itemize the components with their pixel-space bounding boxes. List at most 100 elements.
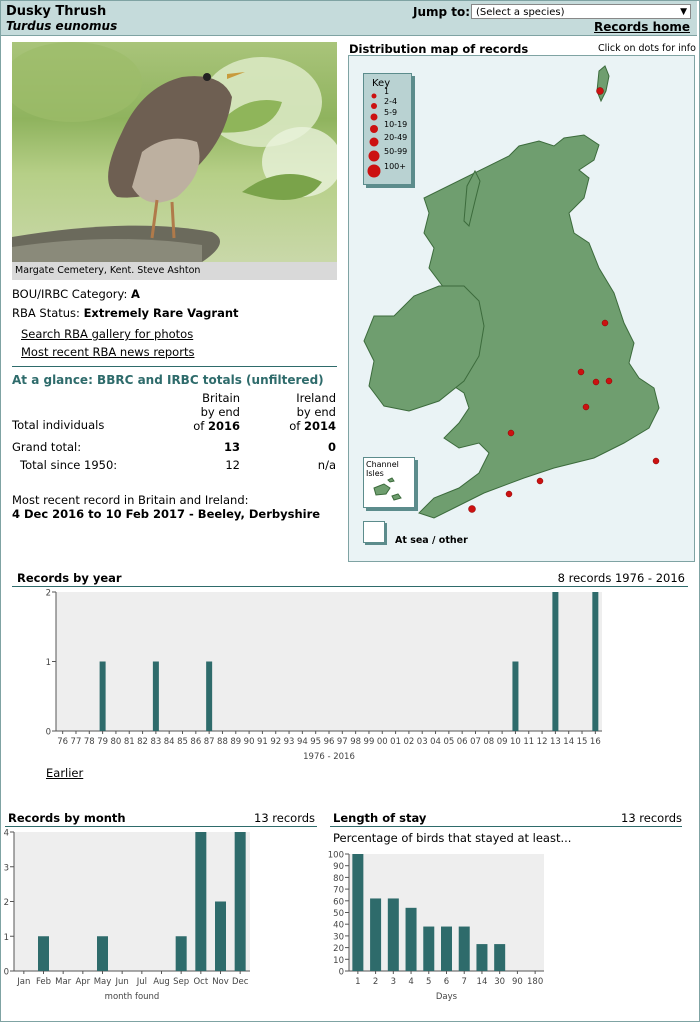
ireland-column-header: Ireland by end of 2014 (266, 391, 336, 433)
y-tick-label: 70 (333, 886, 344, 896)
bar (206, 661, 213, 731)
records-home-link[interactable]: Records home (594, 20, 690, 34)
since-1950-ireland: n/a (317, 458, 336, 472)
record-dot (592, 378, 600, 386)
bar (370, 898, 382, 971)
key-dot (368, 150, 380, 162)
x-tick-label: 94 (297, 737, 308, 747)
x-tick-label: 99 (364, 737, 375, 747)
britain-header-line3: of 2016 (170, 419, 240, 433)
rba-status-row: RBA Status: Extremely Rare Vagrant (12, 306, 239, 320)
glance-title: At a glance: BBRC and IRBC totals (unfil… (12, 373, 324, 387)
key-label: 20-49 (384, 133, 408, 142)
grand-total-ireland: 0 (327, 440, 336, 454)
x-tick-label: 3 (391, 977, 396, 987)
ireland-header-line2: by end (296, 405, 336, 419)
x-tick-label: Jul (136, 977, 147, 987)
x-tick-label: 1 (355, 977, 360, 987)
y-tick-label: 2 (4, 898, 9, 908)
key-label: 2-4 (384, 97, 398, 106)
chevron-down-icon: ▼ (680, 7, 687, 17)
bar (458, 926, 470, 971)
record-dot (601, 319, 609, 327)
since-1950-label: Total since 1950: (20, 458, 118, 472)
stay-title: Length of stay (333, 811, 427, 825)
x-tick-label: 10 (510, 737, 521, 747)
shetland-shape (596, 65, 610, 103)
rba-status-label: RBA Status: (12, 306, 80, 320)
y-tick-label: 100 (328, 851, 344, 861)
category-row: BOU/IRBC Category: A (12, 287, 140, 301)
ireland-header-line3: of 2014 (266, 419, 336, 433)
bar (494, 944, 506, 971)
x-tick-label: 07 (470, 737, 481, 747)
key-dot (369, 137, 379, 147)
x-tick-label: 85 (177, 737, 188, 747)
x-tick-label: 88 (217, 737, 228, 747)
earlier-link[interactable]: Earlier (46, 766, 83, 780)
record-dot (468, 505, 476, 513)
key-label: 50-99 (384, 147, 408, 156)
grand-total-label: Grand total: (12, 440, 82, 454)
x-tick-label: 98 (350, 737, 361, 747)
bar (152, 661, 159, 731)
key-label: 5-9 (384, 108, 398, 117)
x-tick-label: Feb (36, 977, 51, 987)
key-dot (370, 125, 378, 133)
x-tick-label: Nov (212, 977, 229, 987)
species-select[interactable]: (Select a species) ▼ (471, 4, 691, 19)
bar (97, 936, 108, 971)
britain-header-line1: Britain (202, 391, 240, 405)
since-1950-britain: 12 (225, 458, 240, 472)
record-dot (536, 477, 544, 485)
channel-isles-svg (373, 477, 402, 501)
channel-isles-inset[interactable]: Channel Isles (363, 457, 415, 508)
y-tick-label: 4 (4, 829, 9, 839)
x-tick-label: 180 (527, 977, 543, 987)
x-tick-label: 96 (324, 737, 335, 747)
y-tick-label: 60 (333, 897, 344, 907)
category-value: A (131, 287, 140, 301)
x-tick-label: Sep (173, 977, 189, 987)
x-tick-label: 13 (550, 737, 561, 747)
news-link[interactable]: Most recent RBA news reports (21, 345, 194, 359)
grand-total-britain: 13 (223, 440, 240, 454)
y-tick-label: 0 (4, 968, 9, 978)
x-tick-label: 95 (310, 737, 321, 747)
key-dot (371, 103, 377, 109)
bar (352, 854, 364, 971)
map-key: Key 1 2-4 5-9 10-19 20-49 50-99 100+ (363, 73, 412, 185)
y-tick-label: 30 (333, 932, 344, 942)
x-tick-label: 05 (443, 737, 454, 747)
bar (99, 661, 106, 731)
key-dot (367, 164, 381, 178)
species-photo (12, 42, 337, 262)
photo-caption: Margate Cemetery, Kent. Steve Ashton (12, 262, 337, 280)
at-sea-box[interactable] (363, 521, 385, 543)
britain-column-header: Britain by end of 2016 (170, 391, 240, 433)
gallery-link[interactable]: Search RBA gallery for photos (21, 327, 193, 341)
stay-chart: 01020304050607080901001 2 3 4 5 6 7 14 30 90 180Da… (328, 851, 544, 1002)
x-tick-label: 83 (150, 737, 161, 747)
x-tick-label: 80 (111, 737, 122, 747)
divider (12, 366, 337, 367)
x-tick-label: 76 (57, 737, 68, 747)
ireland-header-year: 2014 (303, 419, 336, 433)
x-tick-label: 90 (244, 737, 255, 747)
bar (476, 944, 488, 971)
record-dot (507, 429, 515, 437)
record-dot (652, 457, 660, 465)
x-tick-label: Jun (115, 977, 129, 987)
x-tick-label: 4 (408, 977, 413, 987)
x-tick-label: 87 (204, 737, 215, 747)
x-tick-label: 00 (377, 737, 388, 747)
x-tick-label: 79 (97, 737, 108, 747)
x-axis-label: 1976 - 2016 (303, 752, 355, 762)
x-tick-label: 90 (512, 977, 523, 987)
by-month-title: Records by month (8, 811, 126, 825)
species-latin-name: Turdus eunomus (6, 19, 118, 33)
key-label: 10-19 (384, 120, 408, 129)
plot-area (14, 832, 250, 971)
bar (405, 907, 417, 971)
record-dot (582, 403, 590, 411)
